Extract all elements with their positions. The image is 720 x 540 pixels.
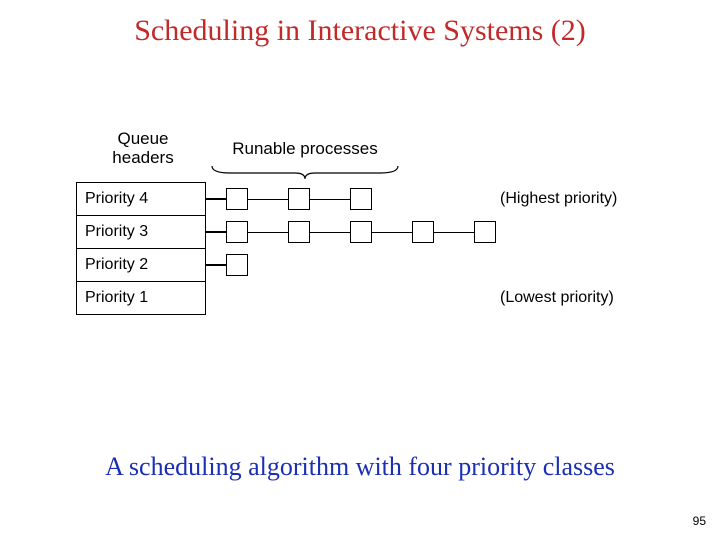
slide-title: Scheduling in Interactive Systems (2): [0, 0, 720, 48]
queue-cell-p3: Priority 3: [76, 215, 206, 249]
connector: [206, 264, 226, 266]
process-box: [412, 221, 434, 243]
priority-queue-diagram: Queue headers Runable processes Priority…: [50, 130, 670, 370]
runable-processes-label: Runable processes: [205, 140, 405, 159]
connector: [434, 232, 474, 233]
connector: [372, 232, 412, 233]
connector: [310, 232, 350, 233]
queue-headers-label: Queue headers: [98, 130, 188, 167]
connector: [310, 199, 350, 200]
slide-caption: A scheduling algorithm with four priorit…: [0, 452, 720, 482]
process-box: [474, 221, 496, 243]
connector: [248, 199, 288, 200]
queue-header-stack: Priority 4 Priority 3 Priority 2 Priorit…: [76, 182, 206, 315]
process-box: [350, 188, 372, 210]
process-box: [288, 221, 310, 243]
process-box: [226, 254, 248, 276]
connector: [206, 231, 226, 233]
page-number: 95: [693, 514, 706, 528]
connector: [206, 198, 226, 200]
queue-cell-p4: Priority 4: [76, 182, 206, 216]
process-box: [226, 188, 248, 210]
connector: [248, 232, 288, 233]
lowest-priority-label: (Lowest priority): [500, 289, 614, 307]
process-box: [350, 221, 372, 243]
process-box: [226, 221, 248, 243]
queue-cell-p1: Priority 1: [76, 281, 206, 315]
highest-priority-label: (Highest priority): [500, 190, 617, 208]
queue-cell-p2: Priority 2: [76, 248, 206, 282]
brace-icon: [210, 164, 400, 180]
process-box: [288, 188, 310, 210]
